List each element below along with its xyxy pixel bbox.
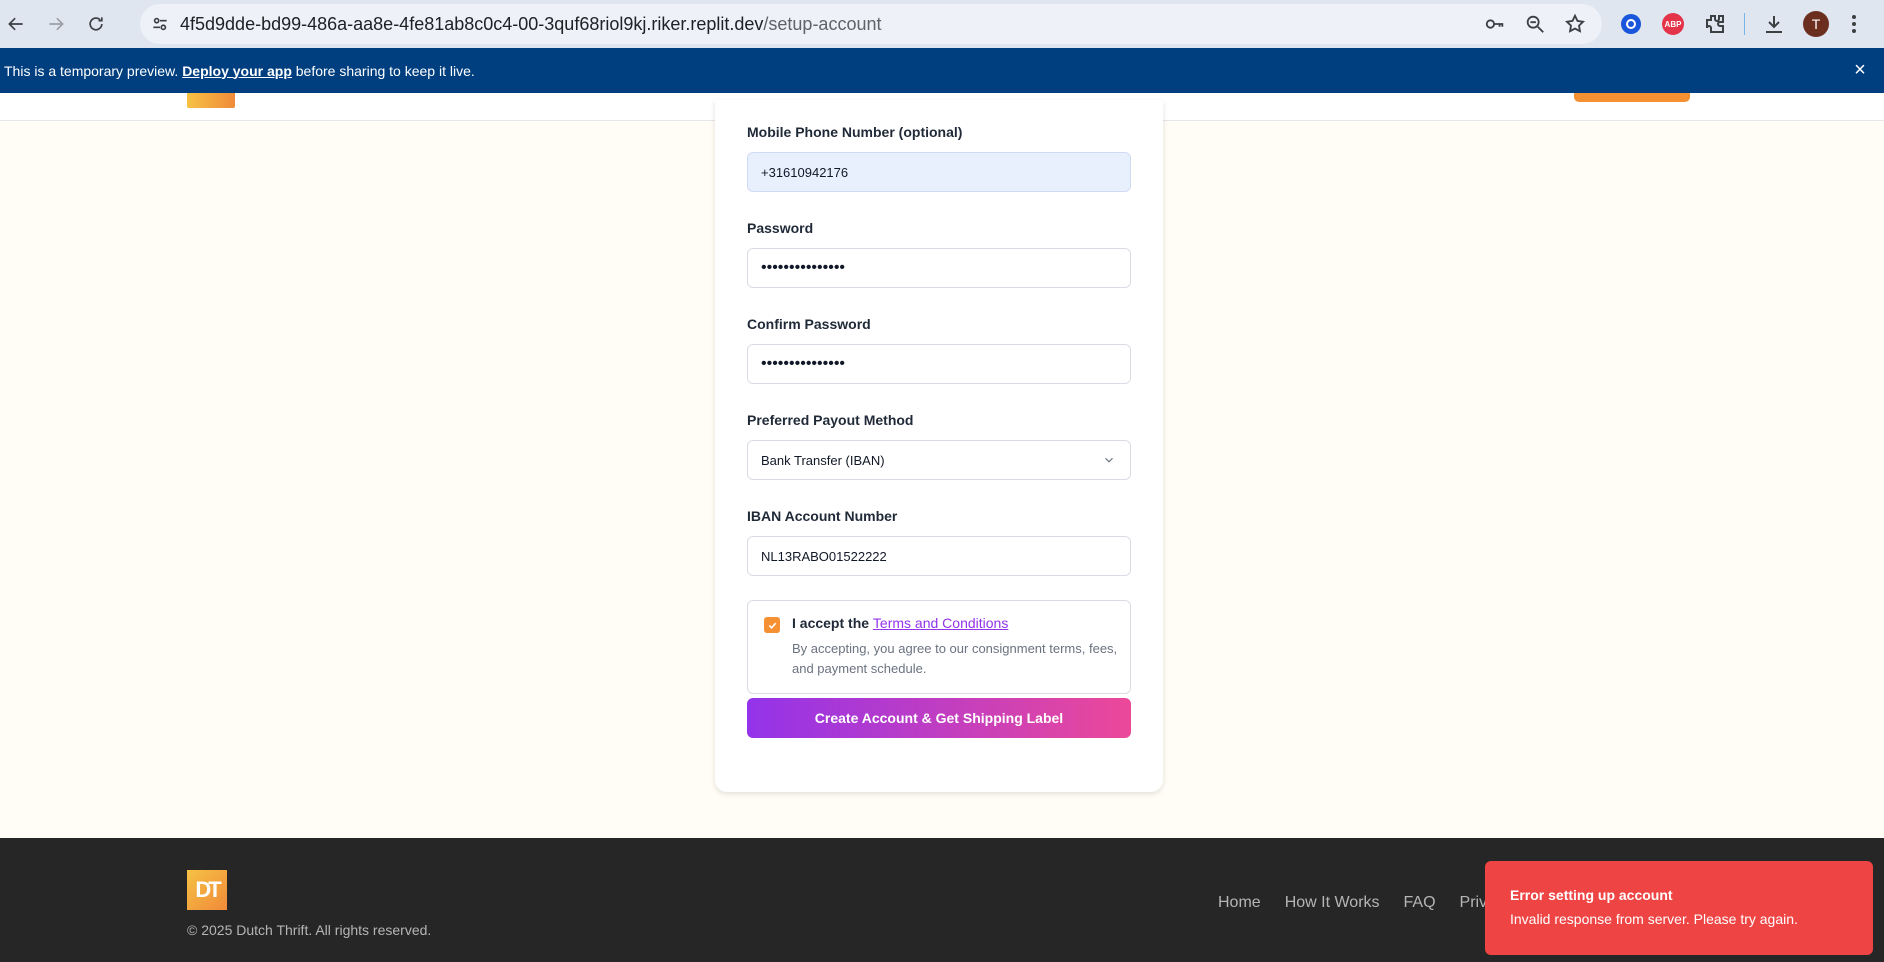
footer-nav: Home How It Works FAQ Priv — [1218, 894, 1487, 912]
terms-container: I accept the Terms and Conditions By acc… — [747, 600, 1131, 694]
reload-button[interactable] — [76, 6, 116, 42]
payout-method-label: Preferred Payout Method — [747, 412, 914, 428]
site-settings-icon[interactable] — [140, 14, 180, 34]
confirm-password-label: Confirm Password — [747, 316, 871, 332]
zoom-icon[interactable] — [1524, 13, 1546, 35]
banner-text-after: before sharing to keep it live. — [295, 62, 475, 79]
arrow-right-icon — [49, 17, 64, 31]
footer-link-privacy[interactable]: Priv — [1460, 894, 1488, 912]
phone-label: Mobile Phone Number (optional) — [747, 124, 963, 140]
phone-input[interactable]: +31610942176 — [747, 152, 1131, 192]
arrow-left-icon — [8, 17, 23, 31]
terms-link[interactable]: Terms and Conditions — [873, 615, 1008, 631]
extensions-puzzle-icon[interactable] — [1702, 11, 1728, 37]
adblock-icon[interactable]: ABP — [1660, 11, 1686, 37]
iban-label: IBAN Account Number — [747, 508, 898, 524]
browser-toolbar: 4f5d9dde-bd99-486a-aa8e-4fe81ab8c0c4-00-… — [0, 0, 1884, 48]
profile-avatar[interactable]: T — [1803, 11, 1829, 37]
preview-banner: This is a temporary preview. Deploy your… — [0, 48, 1884, 93]
iban-input[interactable]: NL13RABO01522222 — [747, 536, 1131, 576]
download-icon[interactable] — [1761, 11, 1787, 37]
url-text: 4f5d9dde-bd99-486a-aa8e-4fe81ab8c0c4-00-… — [180, 14, 881, 35]
toolbar-divider — [1744, 13, 1745, 35]
star-icon[interactable] — [1564, 13, 1586, 35]
close-icon[interactable]: × — [1850, 60, 1870, 80]
reload-icon — [89, 17, 103, 31]
back-button[interactable] — [0, 6, 36, 42]
password-input[interactable]: ••••••••••••••• — [747, 248, 1131, 288]
create-account-button[interactable]: Create Account & Get Shipping Label — [747, 698, 1131, 738]
footer-link-how-it-works[interactable]: How It Works — [1285, 894, 1380, 912]
kebab-menu-icon[interactable] — [1841, 11, 1867, 37]
footer-logo[interactable]: DT — [187, 870, 227, 910]
header-logo[interactable] — [187, 93, 235, 108]
url-path: /setup-account — [763, 13, 882, 34]
extension-circle-icon[interactable] — [1618, 11, 1644, 37]
payout-method-value: Bank Transfer (IBAN) — [761, 452, 885, 468]
error-toast[interactable]: Error setting up account Invalid respons… — [1485, 861, 1873, 955]
terms-prefix: I accept the — [792, 615, 873, 631]
deploy-app-link[interactable]: Deploy your app — [182, 63, 292, 79]
forward-button[interactable] — [36, 6, 76, 42]
terms-checkbox[interactable] — [764, 617, 780, 633]
toast-description: Invalid response from server. Please try… — [1510, 911, 1798, 927]
terms-description: By accepting, you agree to our consignme… — [792, 641, 1118, 676]
footer-link-faq[interactable]: FAQ — [1404, 894, 1436, 912]
confirm-password-input[interactable]: ••••••••••••••• — [747, 344, 1131, 384]
footer-link-home[interactable]: Home — [1218, 894, 1261, 912]
terms-label: I accept the Terms and Conditions — [792, 615, 1008, 631]
header-cta-button[interactable] — [1574, 93, 1690, 102]
setup-account-form: Mobile Phone Number (optional) +31610942… — [715, 100, 1163, 792]
toast-title: Error setting up account — [1510, 887, 1673, 903]
chevron-down-icon — [1105, 457, 1113, 463]
url-host: 4f5d9dde-bd99-486a-aa8e-4fe81ab8c0c4-00-… — [180, 13, 764, 34]
payout-method-select[interactable]: Bank Transfer (IBAN) — [747, 440, 1131, 480]
address-bar[interactable]: 4f5d9dde-bd99-486a-aa8e-4fe81ab8c0c4-00-… — [140, 4, 1602, 44]
password-label: Password — [747, 220, 814, 236]
copyright-text: © 2025 Dutch Thrift. All rights reserved… — [187, 922, 432, 938]
check-icon — [768, 622, 776, 629]
key-icon[interactable] — [1484, 13, 1506, 35]
banner-text-before: This is a temporary preview. — [4, 62, 179, 79]
